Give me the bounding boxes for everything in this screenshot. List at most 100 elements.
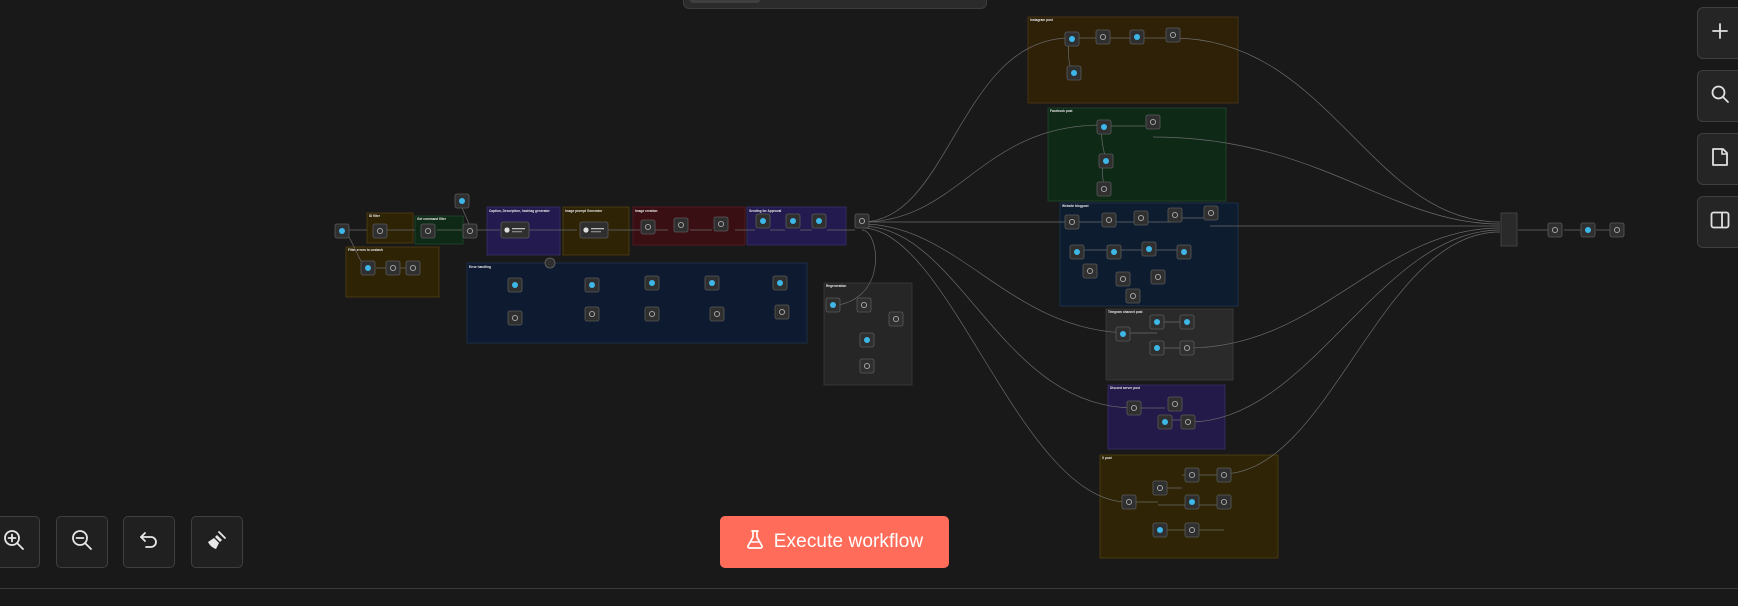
workflow-node[interactable] — [755, 213, 771, 229]
workflow-node[interactable] — [1145, 114, 1161, 130]
workflow-node[interactable] — [507, 310, 523, 326]
group-label-command-filter: Get command filter — [417, 217, 447, 221]
group-label-image-prompt: Image prompt Generator — [565, 209, 603, 213]
workflow-node[interactable] — [462, 223, 478, 239]
workflow-node[interactable] — [584, 306, 600, 322]
workflow-node[interactable] — [372, 223, 388, 239]
group-label-caption: Caption, Description, hashtag generator — [489, 209, 551, 213]
workflow-node[interactable] — [584, 277, 600, 293]
workflow-node[interactable] — [1098, 153, 1114, 169]
workflow-node[interactable] — [825, 297, 841, 313]
workflow-node[interactable] — [1096, 119, 1112, 135]
workflow-node[interactable] — [1203, 205, 1219, 221]
add-node-button[interactable] — [1697, 7, 1738, 59]
workflow-node[interactable] — [1064, 31, 1080, 47]
workflow-node[interactable] — [454, 193, 470, 209]
zoom-in-button[interactable] — [0, 516, 40, 568]
workflow-node[interactable] — [859, 358, 875, 374]
workflow-node[interactable] — [640, 219, 656, 235]
search-button[interactable] — [1697, 70, 1738, 122]
workflow-node[interactable] — [1179, 314, 1195, 330]
workflow-node[interactable] — [1121, 494, 1137, 510]
workflow-node[interactable] — [1184, 467, 1200, 483]
workflow-node[interactable] — [1149, 340, 1165, 356]
group-label-website: Website blogpost — [1062, 204, 1089, 208]
workflow-node[interactable] — [704, 275, 720, 291]
workflow-node[interactable] — [1129, 29, 1145, 45]
workflow-node[interactable] — [1152, 480, 1168, 496]
broom-icon — [206, 529, 228, 556]
workflow-node[interactable] — [1115, 271, 1131, 287]
execute-workflow-label: Execute workflow — [773, 531, 924, 552]
workflow-node[interactable] — [1176, 244, 1192, 260]
zoom-in-icon — [3, 529, 25, 556]
workflow-canvas[interactable]: Instagram post Facebook post Website blo… — [0, 0, 1738, 605]
group-label-filter-errors: Filter errors to unstash — [348, 248, 383, 252]
workflow-node[interactable] — [360, 260, 376, 276]
workflow-node[interactable] — [1580, 222, 1596, 238]
workflow-node[interactable] — [1216, 467, 1232, 483]
workflow-node[interactable] — [1165, 27, 1181, 43]
workflow-node[interactable] — [1101, 212, 1117, 228]
group-label-image-creation: Image creation — [635, 209, 658, 213]
workflow-node[interactable] — [1126, 400, 1142, 416]
workflow-node[interactable] — [1180, 414, 1196, 430]
workflow-node[interactable] — [1184, 522, 1200, 538]
workflow-node[interactable] — [1096, 181, 1112, 197]
flask-icon — [746, 529, 764, 555]
workflow-node[interactable] — [507, 277, 523, 293]
workflow-node[interactable] — [1115, 326, 1131, 342]
workflow-node[interactable] — [709, 306, 725, 322]
workflow-node[interactable] — [644, 275, 660, 291]
workflow-node[interactable] — [1106, 244, 1122, 260]
workflow-node[interactable] — [1066, 65, 1082, 81]
group-label-error: Error handling — [469, 265, 491, 269]
workflow-node[interactable] — [500, 221, 530, 239]
workflow-node[interactable] — [644, 306, 660, 322]
reset-zoom-button[interactable] — [123, 516, 175, 568]
workflow-node[interactable] — [1547, 222, 1563, 238]
workflow-node[interactable] — [1216, 494, 1232, 510]
workflow-node[interactable] — [774, 304, 790, 320]
workflow-node[interactable] — [1141, 241, 1157, 257]
workflow-node[interactable] — [1152, 522, 1168, 538]
workflow-node[interactable] — [856, 297, 872, 313]
workflow-node[interactable] — [888, 311, 904, 327]
toggle-panel-button[interactable] — [1697, 196, 1738, 248]
workflow-node[interactable] — [1133, 210, 1149, 226]
workflow-node[interactable] — [1150, 269, 1166, 285]
workflow-node[interactable] — [1095, 29, 1111, 45]
workflow-node[interactable] — [811, 213, 827, 229]
workflow-node[interactable] — [1609, 222, 1625, 238]
zoom-out-icon — [71, 529, 93, 556]
execute-workflow-button[interactable]: Execute workflow — [720, 516, 949, 568]
workflow-node[interactable] — [772, 275, 788, 291]
workflow-node[interactable] — [420, 223, 436, 239]
workflow-node[interactable] — [713, 216, 729, 232]
workflow-node[interactable] — [1184, 494, 1200, 510]
workflow-node[interactable] — [673, 217, 689, 233]
workflow-node[interactable] — [1082, 263, 1098, 279]
workflow-node[interactable] — [1167, 207, 1183, 223]
workflow-node[interactable] — [1069, 244, 1085, 260]
zoom-out-button[interactable] — [56, 516, 108, 568]
workflow-node[interactable] — [1125, 288, 1141, 304]
workflow-node[interactable] — [854, 213, 870, 229]
note-icon — [1711, 147, 1729, 172]
workflow-node[interactable] — [405, 260, 421, 276]
workflow-node[interactable] — [1167, 396, 1183, 412]
workflow-node[interactable] — [385, 260, 401, 276]
group-label-id-filter: ID filter — [369, 214, 381, 218]
workflow-node[interactable] — [859, 332, 875, 348]
workflow-node[interactable] — [1179, 340, 1195, 356]
workflow-node[interactable] — [1064, 214, 1080, 230]
tidy-up-button[interactable] — [191, 516, 243, 568]
workflow-node[interactable] — [1157, 414, 1173, 430]
workflow-node[interactable] — [579, 221, 609, 239]
workflow-node[interactable] — [334, 223, 350, 239]
group-label-facebook: Facebook post — [1050, 109, 1073, 113]
workflow-node[interactable] — [1149, 314, 1165, 330]
sticky-note-button[interactable] — [1697, 133, 1738, 185]
panel-icon — [1710, 211, 1730, 234]
workflow-node[interactable] — [785, 213, 801, 229]
